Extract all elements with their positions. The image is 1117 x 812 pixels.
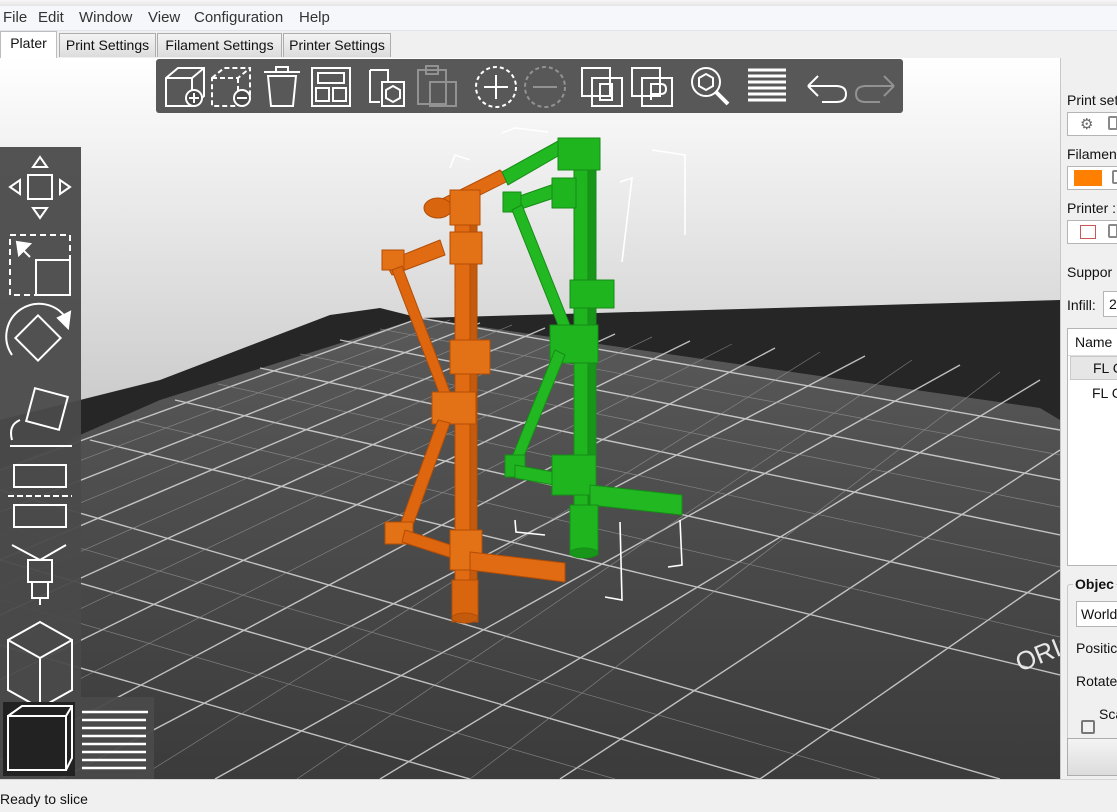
object-list[interactable]: Name FL C FL C [1067,328,1117,566]
position-label: Positic [1076,640,1117,656]
infill-value: 2 [1109,296,1117,312]
infill-label: Infill: [1067,297,1096,313]
list-item-label: FL C [1092,385,1117,401]
printer-combo[interactable] [1067,220,1117,244]
slice-button[interactable] [1067,738,1117,776]
menu-window[interactable]: Window [79,9,132,26]
menu-configuration[interactable]: Configuration [194,9,283,26]
scale-label: Sca [1099,706,1117,722]
lock-icon [1108,116,1117,130]
coordinates-combo[interactable]: World [1076,601,1117,627]
lock-icon [1112,170,1117,184]
list-item-label: FL C [1093,360,1117,376]
menu-view[interactable]: View [148,9,180,26]
list-header[interactable]: Name [1068,329,1117,356]
gear-icon: ⚙ [1080,116,1094,133]
filament-label: Filamen [1067,146,1117,162]
infill-combo[interactable]: 2 [1103,291,1117,317]
menu-help[interactable]: Help [299,9,330,26]
status-text: Ready to slice [0,791,88,807]
menu-bar: File Edit Window View Configuration Help [0,6,1117,31]
status-bar: Ready to slice [0,779,1117,812]
object-manipulation-title: Objec [1073,576,1116,592]
plater-toolbar [156,59,903,113]
printer-label: Printer : [1067,200,1117,216]
coordinates-value: World [1081,606,1117,622]
list-item[interactable]: FL C [1070,382,1117,406]
rotate-label: Rotate [1076,673,1117,689]
tab-printer-settings[interactable]: Printer Settings [283,33,391,57]
lock-icon [1108,224,1117,238]
list-item[interactable]: FL C [1070,356,1117,380]
right-sidebar: Print set ⚙ Filamen Printer : Suppor Inf… [1060,58,1117,779]
3d-view-tab[interactable] [3,702,75,776]
3d-viewport[interactable]: ORIG [0,58,1060,779]
lock-icon[interactable] [1081,720,1095,734]
menu-file[interactable]: File [3,9,27,26]
list-header-name: Name [1075,334,1113,350]
printer-icon [1080,225,1096,239]
tab-bar: Plater Print Settings Filament Settings … [0,31,1117,59]
tab-plater[interactable]: Plater [0,31,57,59]
filament-color-swatch [1074,170,1102,186]
filament-combo[interactable] [1067,166,1117,190]
support-label: Suppor [1067,264,1113,280]
menu-edit[interactable]: Edit [38,9,64,26]
print-settings-combo[interactable]: ⚙ [1067,112,1117,136]
print-settings-label: Print set [1067,92,1117,108]
tab-filament-settings[interactable]: Filament Settings [157,33,282,57]
tab-print-settings[interactable]: Print Settings [59,33,156,57]
